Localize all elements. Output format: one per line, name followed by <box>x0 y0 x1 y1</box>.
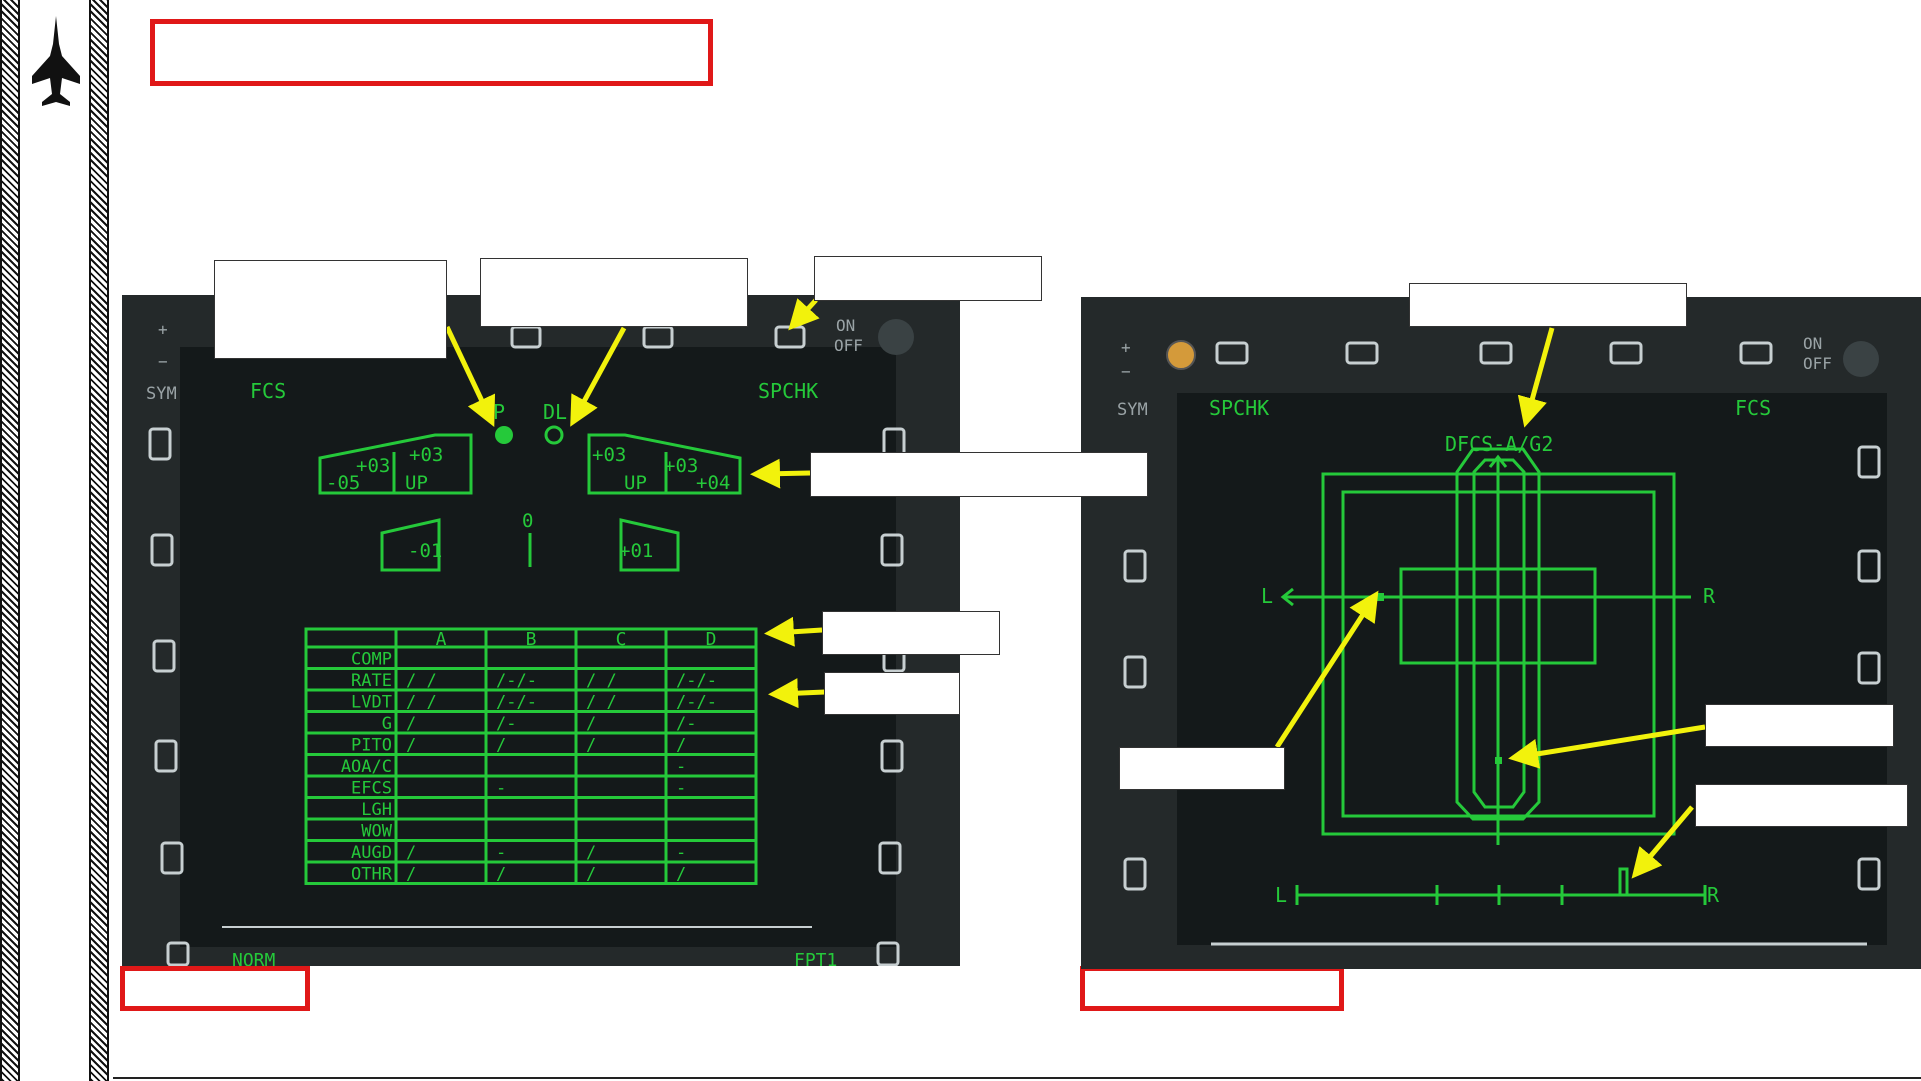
callout-arrows <box>444 298 1706 879</box>
callout-box-1 <box>214 260 447 359</box>
arrow-title <box>1517 327 1555 428</box>
callout-box-5 <box>822 611 1000 655</box>
callout-box-2 <box>480 258 748 327</box>
callout-box-6 <box>824 672 960 715</box>
callout-box-4 <box>810 452 1148 497</box>
footer-rule <box>113 1077 1921 1079</box>
arrow-osb <box>788 298 820 331</box>
arrow-dl <box>570 326 627 427</box>
arrow-roll <box>1274 590 1379 749</box>
callout-box-9 <box>1705 704 1894 747</box>
arrow-rudder <box>1631 805 1694 879</box>
callout-box-7 <box>1409 283 1687 327</box>
arrow-p <box>444 325 496 428</box>
arrow-table-rows <box>768 678 826 709</box>
callout-box-8 <box>1119 747 1285 790</box>
arrow-flaps <box>750 458 811 489</box>
callout-box-3 <box>814 256 1042 301</box>
callout-box-10 <box>1695 784 1908 827</box>
arrow-table-header <box>764 616 823 647</box>
arrow-stick <box>1508 724 1706 769</box>
